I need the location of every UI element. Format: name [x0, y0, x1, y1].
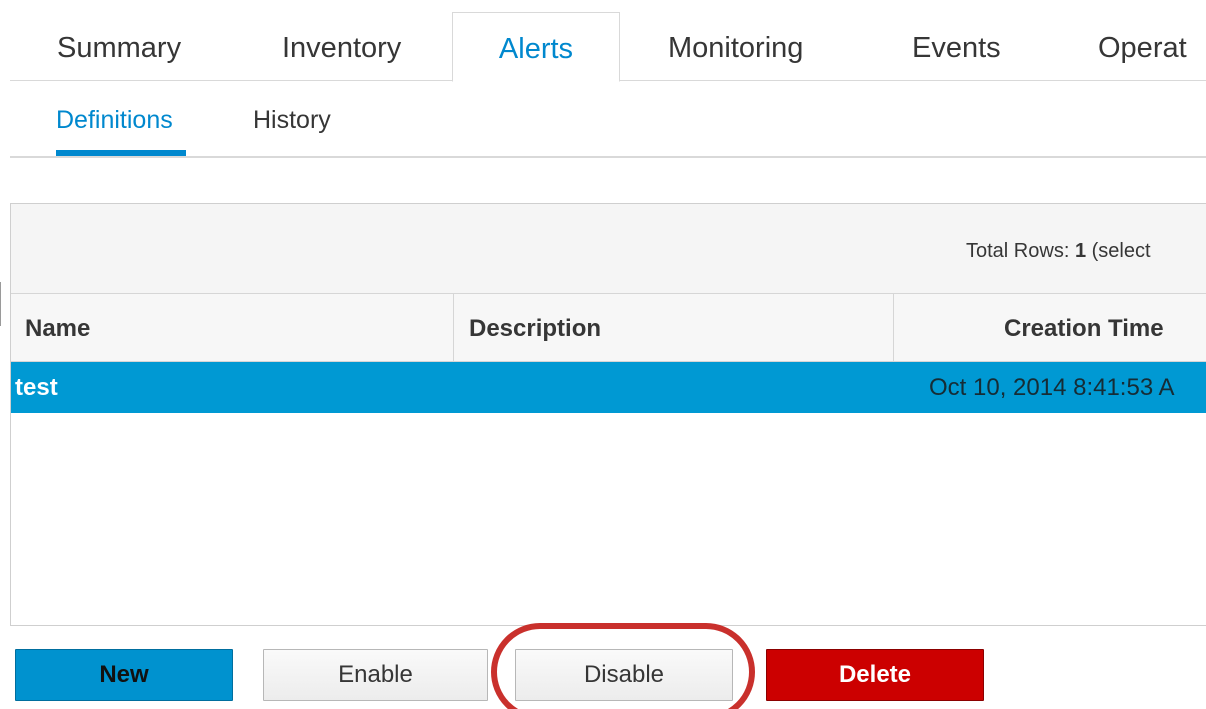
- column-header-name[interactable]: Name: [25, 294, 90, 362]
- subtab-history[interactable]: History: [253, 82, 331, 156]
- tab-monitoring[interactable]: Monitoring: [668, 12, 803, 81]
- total-rows-indicator: Total Rows: 1 (select: [966, 240, 1151, 263]
- disable-button[interactable]: Disable: [515, 649, 733, 701]
- alert-definitions-grid: Total Rows: 1 (select Name Description C…: [10, 203, 1206, 626]
- tab-inventory[interactable]: Inventory: [282, 12, 401, 81]
- total-rows-suffix: (select: [1091, 240, 1151, 262]
- tab-events[interactable]: Events: [912, 12, 1001, 81]
- main-tab-bar: Summary Inventory Alerts Monitoring Even…: [10, 12, 1206, 82]
- edge-marker: [0, 282, 1, 326]
- subtab-definitions[interactable]: Definitions: [56, 82, 186, 156]
- column-header-description[interactable]: Description: [469, 294, 601, 362]
- total-rows-label: Total Rows:: [966, 240, 1070, 262]
- new-button[interactable]: New: [15, 649, 233, 701]
- enable-button[interactable]: Enable: [263, 649, 488, 701]
- alerts-definitions-view: Summary Inventory Alerts Monitoring Even…: [0, 0, 1206, 709]
- table-row[interactable]: test Oct 10, 2014 8:41:53 A: [11, 362, 1206, 413]
- tab-summary[interactable]: Summary: [57, 12, 181, 81]
- column-divider[interactable]: [453, 294, 454, 362]
- grid-header: Name Description Creation Time: [11, 294, 1206, 362]
- column-header-creation-time[interactable]: Creation Time: [1004, 294, 1164, 362]
- cell-creation-time: Oct 10, 2014 8:41:53 A: [929, 374, 1175, 401]
- delete-button[interactable]: Delete: [766, 649, 984, 701]
- grid-toolbar: Total Rows: 1 (select: [11, 204, 1206, 294]
- cell-name: test: [15, 374, 58, 401]
- total-rows-count: 1: [1074, 240, 1087, 262]
- sub-tab-bar: Definitions History: [10, 82, 1206, 158]
- tab-operations[interactable]: Operat: [1098, 12, 1187, 81]
- tab-alerts[interactable]: Alerts: [452, 12, 620, 82]
- column-divider[interactable]: [893, 294, 894, 362]
